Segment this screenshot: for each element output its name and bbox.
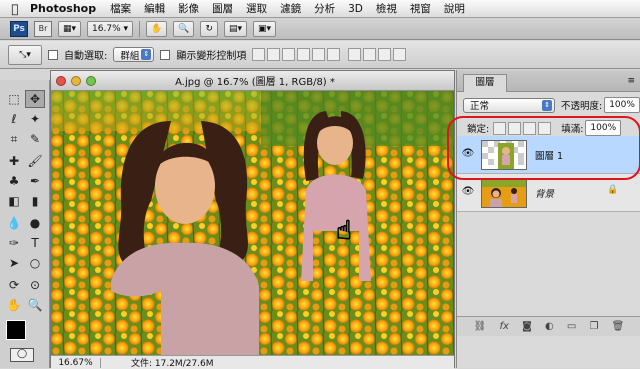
file-size-info[interactable]: 文件: 17.2M/27.6M	[101, 356, 214, 369]
document-title: A.jpg @ 16.7% (圖層 1, RGB/8) *	[175, 77, 335, 88]
3d-orbit-icon[interactable]: ⊙	[25, 276, 45, 294]
align-buttons[interactable]	[252, 48, 342, 61]
marquee-tool-icon[interactable]: ⬚	[4, 90, 24, 108]
eyedropper-icon[interactable]: ✎	[25, 130, 45, 148]
auto-select-checkbox[interactable]	[48, 49, 58, 60]
menu-view[interactable]: 檢視	[376, 1, 397, 16]
arrange-documents-button[interactable]: ▤▾	[224, 20, 248, 37]
close-window-button[interactable]	[56, 75, 66, 86]
options-bar: ⤡▾ 自動選取: 群組 ⇕ 顯示變形控制項	[0, 41, 640, 69]
zoom-level-menu[interactable]: 16.7% ▾	[87, 20, 134, 37]
lock-icon: 🔒	[607, 185, 619, 195]
rotate-view-button[interactable]: ↻	[200, 20, 218, 37]
pen-tool-icon[interactable]: ✑	[4, 234, 24, 252]
delete-layer-icon[interactable]: 🗑	[612, 321, 625, 332]
opacity-label: 不透明度:	[561, 101, 603, 112]
opacity-input[interactable]: 100%	[604, 97, 640, 113]
menu-analysis[interactable]: 分析	[314, 1, 335, 16]
shape-tool-icon[interactable]: ○	[25, 254, 45, 272]
document-titlebar: A.jpg @ 16.7% (圖層 1, RGB/8) *	[51, 71, 454, 91]
menu-edit[interactable]: 編輯	[144, 1, 165, 16]
magic-wand-icon[interactable]: ✦	[25, 110, 45, 128]
app-menu[interactable]: Photoshop	[30, 2, 96, 15]
menubar:  Photoshop 檔案 編輯 影像 圖層 選取 濾鏡 分析 3D 檢視 視…	[0, 0, 640, 18]
menu-image[interactable]: 影像	[178, 1, 199, 16]
document-window: A.jpg @ 16.7% (圖層 1, RGB/8) * ☝ 16.67% 文…	[50, 70, 455, 369]
hand-tool-button[interactable]: ✋	[146, 20, 168, 37]
dropdown-arrow-icon: ⇕	[542, 99, 552, 111]
menu-filter[interactable]: 濾鏡	[280, 1, 301, 16]
hand-tool-icon[interactable]: ✋	[4, 296, 24, 314]
history-brush-icon[interactable]: ✒	[25, 172, 45, 190]
menu-select[interactable]: 選取	[246, 1, 267, 16]
menu-3d[interactable]: 3D	[348, 3, 363, 15]
dodge-tool-icon[interactable]: ●	[25, 214, 45, 232]
document-status-bar: 16.67% 文件: 17.2M/27.6M	[51, 355, 454, 369]
blend-mode-dropdown[interactable]: 正常 ⇕	[463, 97, 555, 113]
menu-layer[interactable]: 圖層	[212, 1, 233, 16]
show-transform-label: 顯示變形控制項	[176, 51, 247, 62]
tool-preset-picker[interactable]: ⤡▾	[8, 44, 42, 65]
image-canvas[interactable]: ☝	[51, 91, 454, 355]
bridge-button[interactable]: Br	[34, 20, 52, 37]
application-bar: Ps Br ▦▾ 16.7% ▾ ✋ 🔍 ↻ ▤▾ ▣▾	[0, 18, 640, 40]
annotation-highlight-circle	[447, 116, 640, 180]
auto-select-dropdown[interactable]: 群組 ⇕	[113, 47, 155, 62]
gradient-tool-icon[interactable]: ▮	[25, 192, 45, 210]
distribute-buttons[interactable]	[348, 48, 408, 61]
zoom-tool-icon[interactable]: 🔍	[25, 296, 45, 314]
auto-select-label: 自動選取:	[64, 51, 108, 62]
hand-cursor-icon: ☝	[336, 216, 352, 246]
apple-icon[interactable]: 	[0, 2, 30, 16]
type-tool-icon[interactable]: T	[25, 234, 45, 252]
link-layers-icon[interactable]: ⛓	[474, 321, 487, 332]
new-layer-icon[interactable]: ❐	[589, 321, 598, 332]
zoom-tool-button[interactable]: 🔍	[173, 20, 195, 37]
panel-menu-icon[interactable]: ≡	[627, 76, 635, 86]
lasso-tool-icon[interactable]: ℓ	[4, 110, 24, 128]
menu-window[interactable]: 視窗	[410, 1, 431, 16]
clone-stamp-icon[interactable]: ♣	[4, 172, 24, 190]
view-extras-button[interactable]: ▦▾	[58, 20, 82, 37]
menu-help[interactable]: 說明	[444, 1, 465, 16]
visibility-eye-icon[interactable]: 👁	[461, 186, 475, 198]
layers-panel: 圖層 ≡ 正常⇕ 不透明度: 100% 鎖定: 填滿: 100% 👁 圖層 1	[456, 70, 640, 368]
menu-file[interactable]: 檔案	[110, 1, 131, 16]
path-selection-icon[interactable]: ➤	[4, 254, 24, 272]
crop-tool-icon[interactable]: ⌗	[4, 130, 24, 148]
layer-style-icon[interactable]: fx	[499, 321, 508, 332]
layer-name[interactable]: 背景	[535, 186, 554, 200]
move-tool-icon[interactable]: ✥	[25, 90, 45, 108]
brush-tool-icon[interactable]: 🖌	[25, 152, 45, 170]
new-group-icon[interactable]: ▭	[567, 321, 576, 332]
healing-brush-icon[interactable]: ✚	[4, 152, 24, 170]
layer-thumbnail	[481, 178, 527, 208]
background-thumbnail-image	[482, 179, 526, 207]
quick-mask-button[interactable]: ◯	[10, 348, 34, 362]
photo-composite: ☝	[51, 91, 454, 355]
foreground-color-swatch[interactable]	[6, 320, 26, 340]
tools-panel: ⬚ ✥ ℓ ✦ ⌗ ✎ ✚ 🖌 ♣ ✒ ◧ ▮ 💧 ● ✑ T ➤ ○ ⟳ ⊙ …	[0, 80, 50, 368]
layers-panel-footer: ⛓ fx ◙ ◐ ▭ ❐ 🗑	[457, 316, 640, 336]
adjustment-layer-icon[interactable]: ◐	[545, 321, 554, 332]
eraser-icon[interactable]: ◧	[4, 192, 24, 210]
layers-tab-bar: 圖層 ≡	[457, 70, 640, 92]
blur-tool-icon[interactable]: 💧	[4, 214, 24, 232]
zoom-window-button[interactable]	[86, 75, 96, 86]
screen-mode-button[interactable]: ▣▾	[253, 20, 277, 37]
blend-row: 正常 ⇕ 不透明度: 100%	[457, 96, 640, 114]
layer-mask-icon[interactable]: ◙	[522, 321, 532, 332]
tab-layers[interactable]: 圖層	[463, 74, 507, 92]
minimize-window-button[interactable]	[71, 75, 81, 86]
3d-rotate-icon[interactable]: ⟳	[4, 276, 24, 294]
ps-logo-button[interactable]: Ps	[10, 20, 28, 37]
dropdown-arrow-icon: ⇕	[141, 49, 152, 60]
show-transform-checkbox[interactable]	[160, 49, 171, 60]
zoom-field[interactable]: 16.67%	[51, 357, 101, 368]
divider	[139, 20, 141, 37]
